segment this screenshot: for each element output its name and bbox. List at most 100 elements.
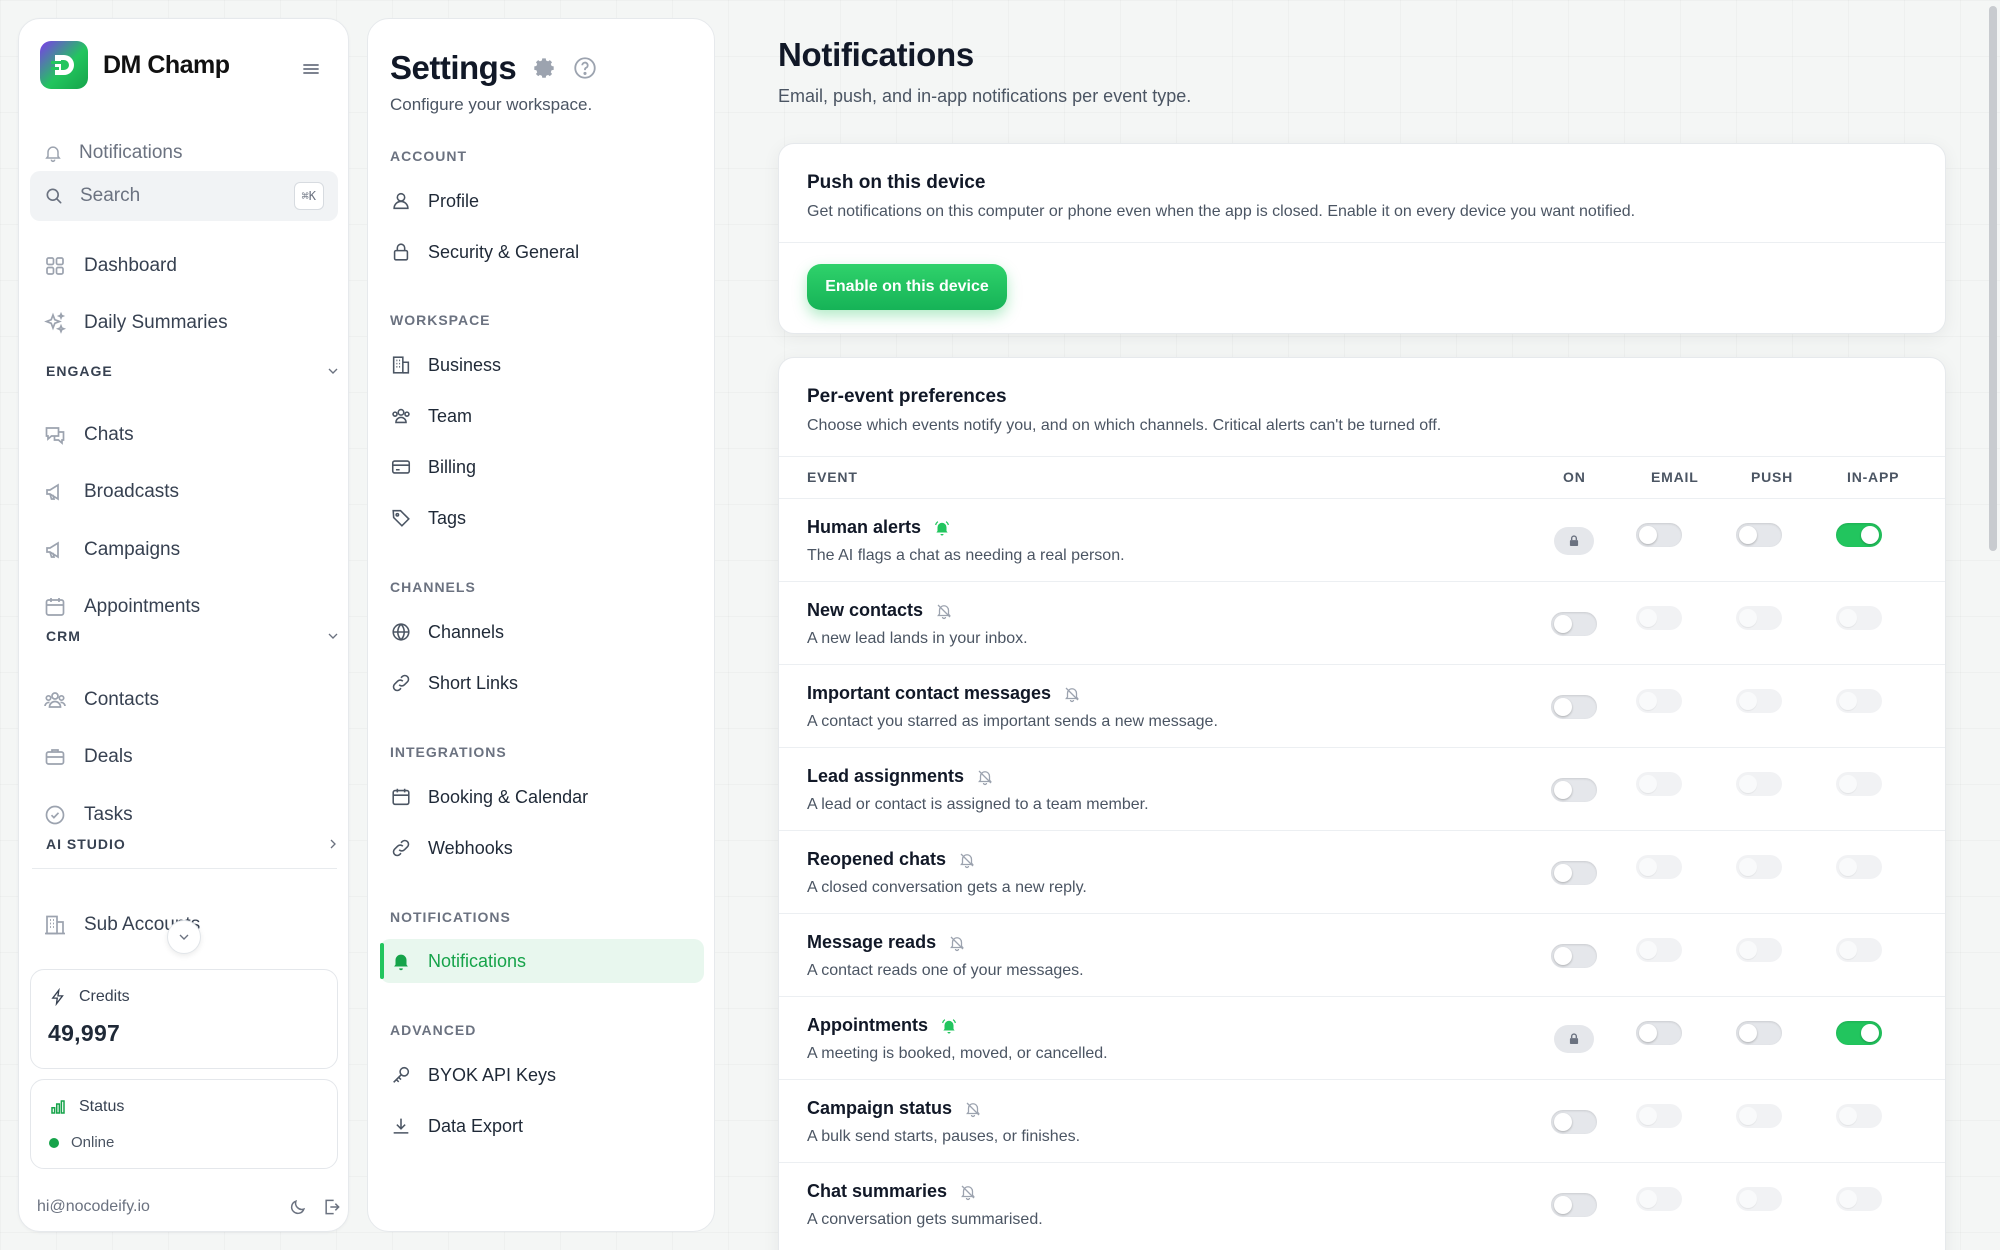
toggle-push bbox=[1736, 1187, 1782, 1211]
sidebar-item-appointments[interactable]: Appointments bbox=[43, 585, 333, 629]
group-channels: CHANNELS bbox=[390, 579, 476, 595]
settings-item-tags[interactable]: Tags bbox=[390, 496, 694, 540]
settings-item-profile[interactable]: Profile bbox=[390, 179, 694, 223]
toggle-inapp[interactable] bbox=[1836, 1021, 1882, 1045]
main-sidebar: DM Champ Notifications Search ⌘K Dashboa… bbox=[18, 18, 349, 1232]
toggle-inapp bbox=[1836, 1104, 1882, 1128]
settings-item-notifications[interactable]: Notifications bbox=[380, 939, 704, 983]
brand-logo bbox=[40, 41, 88, 89]
toggle-push bbox=[1736, 938, 1782, 962]
sparkles-icon bbox=[44, 311, 67, 334]
sidebar-item-contacts[interactable]: Contacts bbox=[43, 678, 333, 722]
bell-icon bbox=[45, 146, 61, 163]
sidebar-item-tasks[interactable]: Tasks bbox=[43, 793, 333, 837]
sidebar-item-campaigns[interactable]: Campaigns bbox=[43, 528, 333, 572]
calendar-icon bbox=[45, 598, 65, 616]
toggle-on[interactable] bbox=[1551, 695, 1597, 719]
theme-toggle-button[interactable] bbox=[288, 1197, 308, 1217]
prefs-card-description: Choose which events notify you, and on w… bbox=[807, 417, 1442, 434]
toggle-inapp bbox=[1836, 606, 1882, 630]
settings-item-business[interactable]: Business bbox=[390, 343, 694, 387]
toggle-push bbox=[1736, 855, 1782, 879]
settings-item-label: Tags bbox=[428, 507, 467, 528]
sidebar-item-daily-summaries[interactable]: Daily Summaries bbox=[43, 301, 333, 345]
section-crm[interactable]: CRM bbox=[46, 624, 341, 648]
chevron-down-icon bbox=[328, 368, 338, 374]
settings-item-team[interactable]: Team bbox=[390, 394, 694, 438]
settings-item-channels[interactable]: Channels bbox=[390, 610, 694, 654]
page-scrollbar-thumb[interactable] bbox=[1989, 6, 1997, 551]
settings-item-booking[interactable]: Booking & Calendar bbox=[390, 775, 694, 819]
push-card-title: Push on this device bbox=[807, 172, 986, 193]
settings-item-data-export[interactable]: Data Export bbox=[390, 1104, 694, 1148]
event-description: A contact reads one of your messages. bbox=[807, 962, 1084, 979]
settings-item-byok[interactable]: BYOK API Keys bbox=[390, 1053, 694, 1097]
toggle-on[interactable] bbox=[1551, 612, 1597, 636]
event-name-row: Chat summaries bbox=[807, 1181, 977, 1202]
sidebar-item-deals[interactable]: Deals bbox=[43, 735, 333, 779]
search-input[interactable]: Search ⌘K bbox=[30, 171, 338, 221]
toggle-on[interactable] bbox=[1551, 1110, 1597, 1134]
search-shortcut-badge: ⌘K bbox=[293, 182, 324, 210]
moon-icon bbox=[290, 1199, 306, 1215]
sidebar-item-label: Daily Summaries bbox=[84, 312, 228, 333]
credits-label: Credits bbox=[79, 988, 130, 1005]
section-engage[interactable]: ENGAGE bbox=[46, 359, 341, 383]
toggle-push bbox=[1736, 689, 1782, 713]
event-name-row: Appointments bbox=[807, 1015, 958, 1036]
help-icon[interactable] bbox=[572, 55, 598, 81]
link-icon bbox=[392, 674, 410, 692]
settings-item-label: BYOK API Keys bbox=[428, 1064, 557, 1085]
settings-item-security[interactable]: Security & General bbox=[390, 230, 694, 274]
toggle-on[interactable] bbox=[1551, 1193, 1597, 1217]
search-icon bbox=[46, 188, 62, 204]
event-name: Campaign status bbox=[807, 1098, 953, 1118]
settings-item-webhooks[interactable]: Webhooks bbox=[390, 826, 694, 870]
sidebar-item-dashboard[interactable]: Dashboard bbox=[43, 244, 333, 288]
bell-icon bbox=[394, 954, 408, 971]
event-description: A bulk send starts, pauses, or finishes. bbox=[807, 1128, 1081, 1145]
event-row: Reopened chats A closed conversation gets… bbox=[779, 830, 1945, 913]
toggle-email[interactable] bbox=[1636, 1021, 1682, 1045]
toggle-inapp bbox=[1836, 1187, 1882, 1211]
section-ai-studio[interactable]: AI STUDIO bbox=[46, 832, 341, 856]
event-row: Appointments A meeting is booked, moved, … bbox=[779, 996, 1945, 1079]
settings-item-billing[interactable]: Billing bbox=[390, 445, 694, 489]
enable-push-button[interactable]: Enable on this device bbox=[807, 264, 1007, 310]
settings-item-label: Billing bbox=[428, 456, 477, 477]
status-label: Status bbox=[79, 1098, 125, 1115]
event-name-row: Campaign status bbox=[807, 1098, 982, 1119]
sidebar-item-label: Broadcasts bbox=[84, 481, 180, 502]
logout-button[interactable] bbox=[322, 1197, 342, 1217]
event-description: A contact you starred as important sends… bbox=[807, 713, 1218, 730]
bell-off-icon bbox=[936, 934, 966, 952]
toggle-push[interactable] bbox=[1736, 1021, 1782, 1045]
sidebar-notifications[interactable]: Notifications bbox=[43, 133, 183, 173]
sidebar-item-broadcasts[interactable]: Broadcasts bbox=[43, 470, 333, 514]
hamburger-menu-icon[interactable] bbox=[299, 57, 323, 81]
toggle-on[interactable] bbox=[1551, 861, 1597, 885]
settings-item-short-links[interactable]: Short Links bbox=[390, 661, 694, 705]
settings-item-label: Profile bbox=[428, 190, 480, 211]
event-name: Appointments bbox=[807, 1015, 928, 1035]
sidebar-item-chats[interactable]: Chats bbox=[43, 413, 333, 457]
toggle-inapp[interactable] bbox=[1836, 523, 1882, 547]
building-icon bbox=[45, 915, 65, 935]
toggle-on[interactable] bbox=[1551, 778, 1597, 802]
link-icon bbox=[392, 839, 410, 857]
search-placeholder: Search bbox=[80, 185, 141, 206]
event-row: Campaign status A bulk send starts, pause… bbox=[779, 1079, 1945, 1162]
page-scrollbar[interactable] bbox=[1986, 0, 2000, 1250]
group-workspace: WORKSPACE bbox=[390, 312, 491, 328]
sidebar-item-label: Tasks bbox=[84, 804, 133, 825]
toggle-email[interactable] bbox=[1636, 523, 1682, 547]
brand[interactable]: DM Champ bbox=[40, 41, 230, 89]
locked-on-indicator bbox=[1554, 527, 1594, 555]
scroll-more-button[interactable] bbox=[167, 920, 201, 954]
tag-icon bbox=[392, 509, 410, 527]
toggle-push[interactable] bbox=[1736, 523, 1782, 547]
event-description: A new lead lands in your inbox. bbox=[807, 630, 1028, 647]
toggle-on[interactable] bbox=[1551, 944, 1597, 968]
bell-off-icon bbox=[964, 768, 994, 786]
status-card: Status Online bbox=[30, 1079, 338, 1169]
